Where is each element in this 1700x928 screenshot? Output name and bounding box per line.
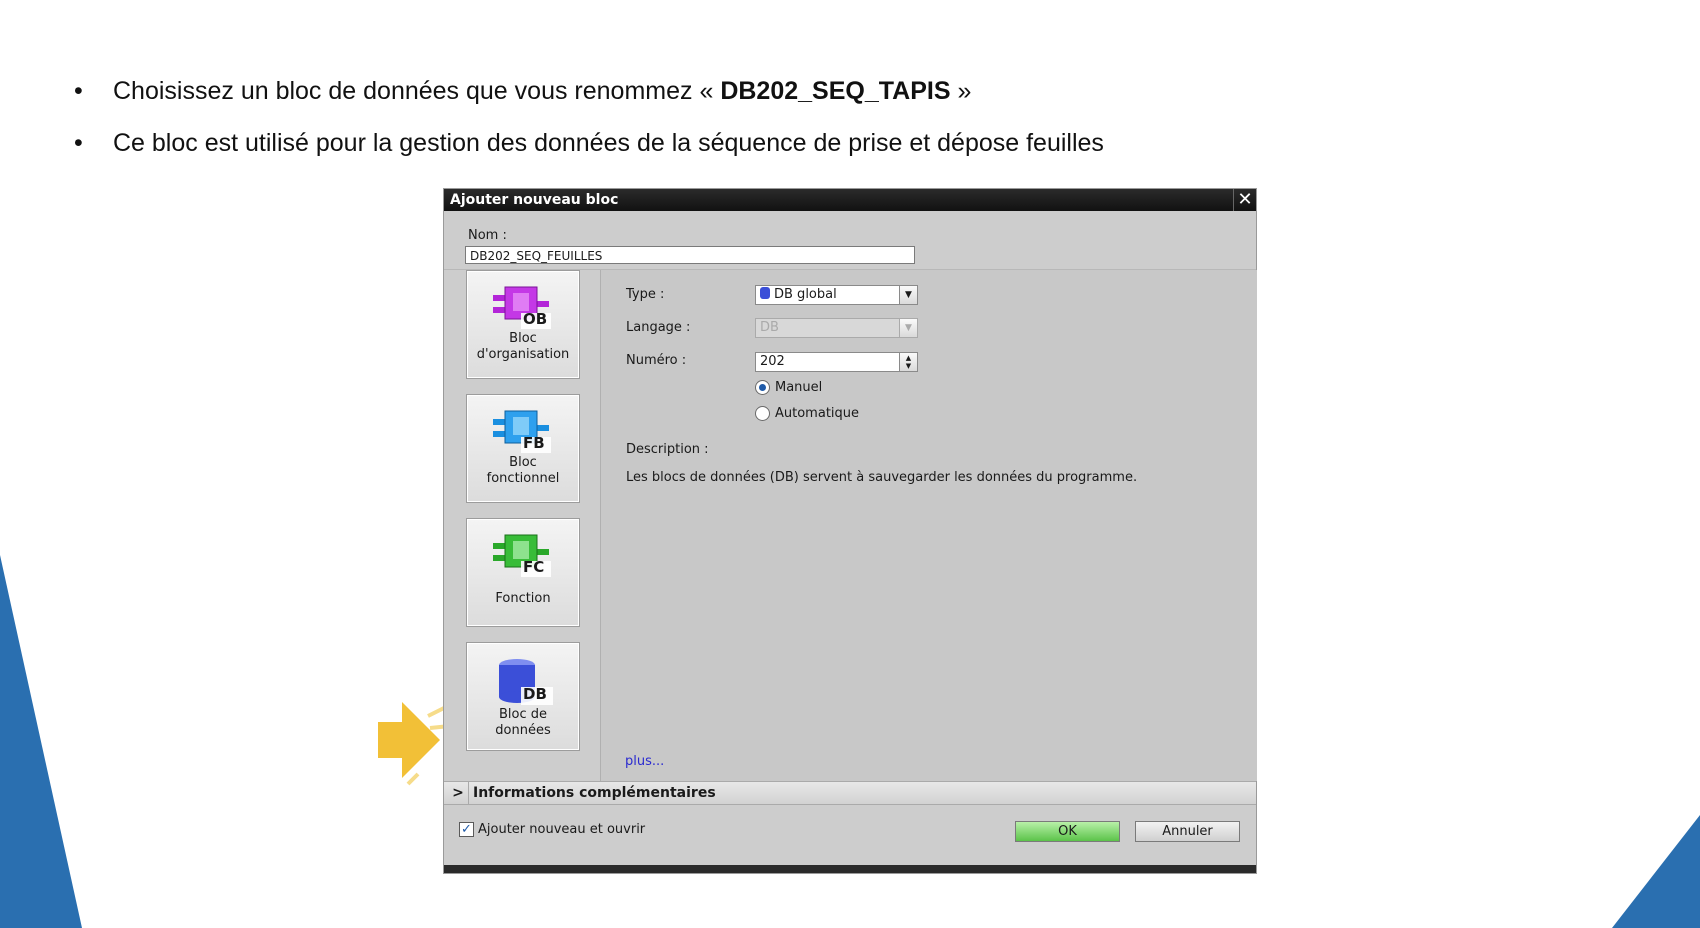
block-label: données (495, 723, 551, 738)
block-label: fonctionnel (486, 471, 560, 486)
radio-selected-icon[interactable] (755, 380, 770, 395)
name-label: Nom : (468, 228, 507, 243)
number-label: Numéro : (626, 353, 687, 368)
ob-badge: OB (523, 310, 548, 328)
block-type-list: OB Bloc d'organisation FB Bloc fonctionn… (444, 270, 600, 781)
radio-automatic[interactable]: Automatique (755, 406, 859, 421)
chevron-right-icon[interactable]: > (448, 782, 469, 804)
block-type-ob-button[interactable]: OB Bloc d'organisation (466, 270, 580, 379)
bullet-1: • Choisissez un bloc de données que vous… (74, 76, 1574, 106)
fc-badge: FC (523, 558, 545, 576)
more-link[interactable]: plus... (625, 754, 664, 769)
block-settings-panel: Type : DB global ▼ Langage : DB ▼ Numéro… (600, 270, 1257, 781)
radio-unselected-icon[interactable] (755, 406, 770, 421)
chevron-down-icon[interactable]: ▼ (899, 286, 917, 304)
bullet-dot: • (74, 129, 83, 157)
dialog-title: Ajouter nouveau bloc (450, 192, 619, 208)
bullet-1-text: Choisissez un bloc de données que vous r… (113, 77, 721, 105)
number-stepper[interactable]: 202 ▲ ▼ (755, 352, 918, 372)
chevron-down-icon: ▼ (899, 319, 917, 337)
name-input[interactable]: DB202_SEQ_FEUILLES (465, 246, 915, 264)
bullet-2: • Ce bloc est utilisé pour la gestion de… (74, 128, 1574, 158)
name-section: Nom : DB202_SEQ_FEUILLES (444, 211, 1256, 270)
description-label: Description : (626, 442, 709, 457)
cancel-button[interactable]: Annuler (1135, 821, 1240, 842)
language-label: Langage : (626, 320, 691, 335)
stepper-arrows-icon[interactable]: ▲ ▼ (899, 353, 917, 371)
ok-button[interactable]: OK (1015, 821, 1120, 842)
block-label: Bloc (509, 455, 537, 470)
type-label: Type : (626, 287, 665, 302)
block-label: Bloc (509, 331, 537, 346)
bullet-1-bold: DB202_SEQ_TAPIS (720, 77, 951, 105)
language-select: DB ▼ (755, 318, 918, 338)
close-icon[interactable]: ✕ (1233, 189, 1256, 211)
bullet-2-text: Ce bloc est utilisé pour la gestion des … (113, 129, 1104, 157)
db-badge: DB (523, 685, 547, 703)
slide-bullets: • Choisissez un bloc de données que vous… (74, 76, 1574, 180)
add-and-open-checkbox[interactable]: ✓ Ajouter nouveau et ouvrir (459, 822, 645, 837)
dialog-titlebar: Ajouter nouveau bloc ✕ (444, 189, 1256, 211)
additional-info-expander[interactable]: > Informations complémentaires (444, 781, 1256, 805)
block-type-db-button[interactable]: DB Bloc de données (466, 642, 580, 751)
additional-info-label: Informations complémentaires (473, 785, 716, 801)
language-value: DB (760, 320, 779, 335)
bullet-1-suffix: » (950, 77, 972, 105)
block-type-fb-button[interactable]: FB Bloc fonctionnel (466, 394, 580, 503)
type-value: DB global (774, 287, 837, 302)
fb-badge: FB (523, 434, 545, 452)
dialog-footer: ✓ Ajouter nouveau et ouvrir OK Annuler (444, 805, 1256, 865)
radio-manual-label: Manuel (775, 380, 823, 395)
dialog-bottom-border (444, 865, 1256, 873)
add-block-dialog: Ajouter nouveau bloc ✕ Nom : DB202_SEQ_F… (444, 189, 1257, 873)
block-label: Fonction (495, 591, 551, 606)
type-select[interactable]: DB global ▼ (755, 285, 918, 305)
number-value: 202 (760, 354, 785, 369)
checkmark-icon[interactable]: ✓ (459, 822, 474, 837)
bullet-dot: • (74, 77, 83, 105)
description-text: Les blocs de données (DB) servent à sauv… (626, 470, 1138, 485)
block-type-fc-button[interactable]: FC Fonction (466, 518, 580, 627)
add-and-open-label: Ajouter nouveau et ouvrir (478, 822, 646, 837)
block-label: d'organisation (476, 347, 570, 362)
db-global-icon (760, 287, 770, 299)
yellow-arrow-icon (378, 702, 450, 786)
radio-manual[interactable]: Manuel (755, 380, 822, 395)
block-label: Bloc de (498, 707, 547, 722)
radio-automatic-label: Automatique (775, 406, 860, 421)
